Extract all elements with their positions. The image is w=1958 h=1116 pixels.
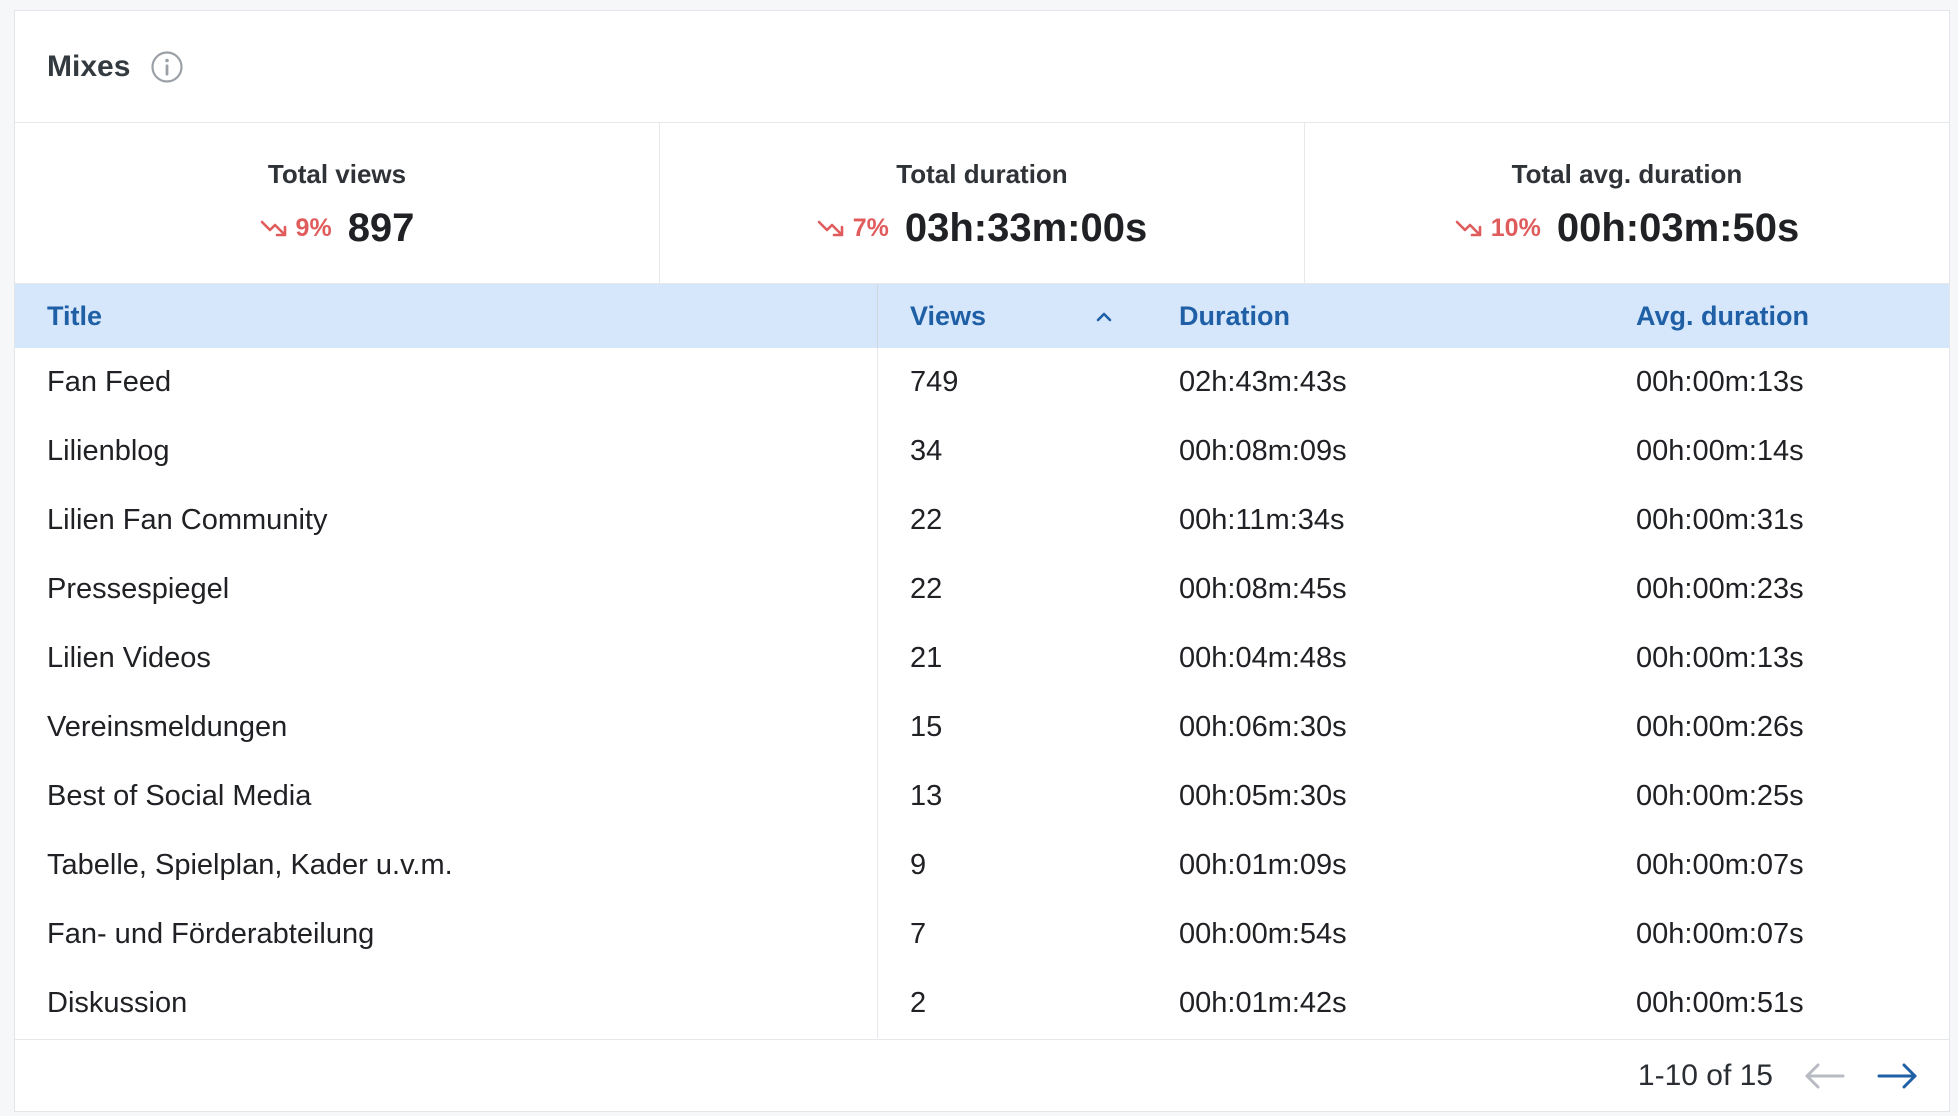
cell-duration: 00h:05m:30s	[1179, 780, 1347, 812]
cell-avg-duration: 00h:00m:07s	[1636, 849, 1804, 881]
table-row[interactable]: Lilienblog 34 00h:08m:09s 00h:00m:14s	[15, 417, 1949, 486]
cell-avg-duration: 00h:00m:23s	[1636, 573, 1804, 605]
trend-indicator: 10%	[1455, 214, 1541, 243]
column-header-duration[interactable]: Duration	[1147, 284, 1604, 348]
next-page-button[interactable]	[1875, 1056, 1919, 1096]
stat-total-avg-duration: Total avg. duration 10% 00h:03m:50s	[1304, 123, 1949, 283]
cell-title: Lilien Videos	[15, 624, 878, 693]
cell-title: Best of Social Media	[15, 762, 878, 831]
cell-title: Lilienblog	[15, 417, 878, 486]
stat-value: 03h:33m:00s	[904, 206, 1148, 250]
cell-avg-duration: 00h:00m:14s	[1636, 435, 1804, 467]
arrow-left-icon	[1805, 1063, 1845, 1088]
cell-title: Lilien Fan Community	[15, 486, 878, 555]
stat-label: Total avg. duration	[1511, 159, 1743, 189]
cell-title: Vereinsmeldungen	[15, 693, 878, 762]
cell-title: Fan- und Förderabteilung	[15, 900, 878, 969]
cell-views: 2	[910, 987, 927, 1019]
cell-views: 15	[910, 711, 943, 743]
table-row[interactable]: Pressespiegel 22 00h:08m:45s 00h:00m:23s	[15, 555, 1949, 624]
table-body: Fan Feed 749 02h:43m:43s 00h:00m:13s Lilienb…	[15, 348, 1949, 1038]
table-row[interactable]: Fan- und Förderabteilung 7 00h:00m:54s 00h:…	[15, 900, 1949, 969]
prev-page-button[interactable]	[1803, 1056, 1847, 1096]
table-row[interactable]: Lilien Fan Community 22 00h:11m:34s 00h:00m…	[15, 486, 1949, 555]
trend-indicator: 7%	[817, 214, 889, 243]
cell-duration: 00h:00m:54s	[1179, 918, 1347, 950]
cell-views: 13	[910, 780, 943, 812]
table-row[interactable]: Best of Social Media 13 00h:05m:30s 00h:00m…	[15, 762, 1949, 831]
stat-total-duration: Total duration 7% 03h:33m:00s	[659, 123, 1304, 283]
cell-duration: 00h:11m:34s	[1179, 504, 1345, 536]
stat-label: Total duration	[896, 159, 1068, 189]
table-row[interactable]: Fan Feed 749 02h:43m:43s 00h:00m:13s	[15, 348, 1949, 417]
trend-down-icon	[260, 220, 286, 236]
column-header-avg-duration[interactable]: Avg. duration	[1604, 284, 1949, 348]
cell-duration: 00h:01m:42s	[1179, 987, 1347, 1019]
cell-avg-duration: 00h:00m:31s	[1636, 504, 1804, 536]
stat-value: 897	[347, 206, 415, 250]
column-header-title[interactable]: Title	[15, 284, 878, 348]
table-row[interactable]: Tabelle, Spielplan, Kader u.v.m. 9 00h:01m…	[15, 831, 1949, 900]
cell-views: 749	[910, 366, 959, 398]
cell-title: Diskussion	[15, 969, 878, 1038]
cell-avg-duration: 00h:00m:25s	[1636, 780, 1804, 812]
card-title: Mixes	[47, 49, 131, 83]
table-row[interactable]: Vereinsmeldungen 15 00h:06m:30s 00h:00m:26s	[15, 693, 1949, 762]
trend-percent: 10%	[1490, 214, 1541, 242]
trend-down-icon	[817, 220, 844, 236]
cell-avg-duration: 00h:00m:51s	[1636, 987, 1804, 1019]
trend-percent: 9%	[295, 214, 332, 242]
mixes-card: Mixes Total views 9% 897 Total duration …	[14, 10, 1950, 1112]
cell-views: 9	[910, 849, 927, 881]
stat-value: 00h:03m:50s	[1556, 206, 1800, 250]
trend-indicator: 9%	[260, 214, 332, 243]
cell-avg-duration: 00h:00m:13s	[1636, 366, 1804, 398]
chevron-up-icon[interactable]	[1093, 304, 1115, 335]
arrow-right-icon	[1877, 1063, 1917, 1088]
card-header: Mixes	[15, 11, 1949, 123]
cell-duration: 00h:04m:48s	[1179, 642, 1347, 674]
summary-stats: Total views 9% 897 Total duration 7% 03h…	[15, 123, 1949, 284]
cell-duration: 00h:08m:09s	[1179, 435, 1347, 467]
column-header-label: Views	[910, 300, 987, 331]
cell-title: Fan Feed	[15, 348, 878, 417]
cell-duration: 00h:08m:45s	[1179, 573, 1347, 605]
cell-avg-duration: 00h:00m:13s	[1636, 642, 1804, 674]
cell-views: 21	[910, 642, 943, 674]
info-icon[interactable]	[150, 50, 184, 84]
pagination: 1-10 of 15	[15, 1039, 1949, 1111]
cell-views: 34	[910, 435, 943, 467]
cell-views: 22	[910, 573, 943, 605]
cell-avg-duration: 00h:00m:26s	[1636, 711, 1804, 743]
mixes-table: Title Views Duration Avg. duration Fan F…	[15, 284, 1949, 1038]
cell-duration: 00h:01m:09s	[1179, 849, 1347, 881]
cell-duration: 00h:06m:30s	[1179, 711, 1347, 743]
cell-duration: 02h:43m:43s	[1179, 366, 1347, 398]
stat-total-views: Total views 9% 897	[15, 123, 659, 283]
table-row[interactable]: Lilien Videos 21 00h:04m:48s 00h:00m:13s	[15, 624, 1949, 693]
cell-avg-duration: 00h:00m:07s	[1636, 918, 1804, 950]
column-header-views[interactable]: Views	[878, 284, 1148, 348]
pagination-range: 1-10 of 15	[1637, 1058, 1773, 1092]
cell-views: 7	[910, 918, 927, 950]
stat-label: Total views	[267, 159, 407, 189]
trend-down-icon	[1455, 220, 1482, 236]
cell-title: Tabelle, Spielplan, Kader u.v.m.	[15, 831, 878, 900]
cell-views: 22	[910, 504, 943, 536]
table-header-row: Title Views Duration Avg. duration	[15, 284, 1949, 348]
cell-title: Pressespiegel	[15, 555, 878, 624]
table-row[interactable]: Diskussion 2 00h:01m:42s 00h:00m:51s	[15, 969, 1949, 1038]
trend-percent: 7%	[852, 214, 889, 242]
